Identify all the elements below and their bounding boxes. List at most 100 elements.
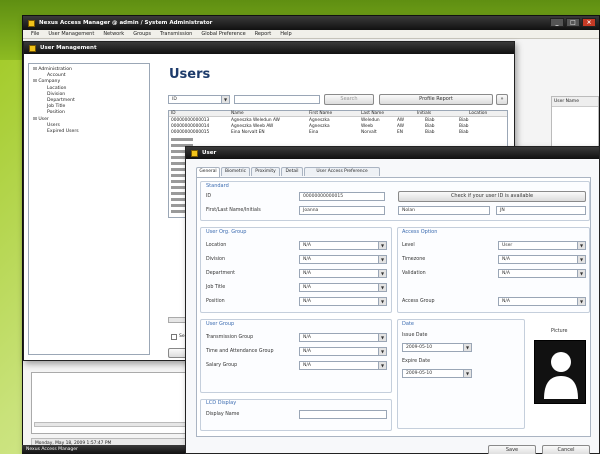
tab-user-access-preference[interactable]: User Access Preference bbox=[304, 167, 380, 176]
timezone-select[interactable]: N/A ▼ bbox=[498, 255, 586, 264]
user-management-icon bbox=[29, 44, 36, 52]
column-location[interactable]: Location bbox=[469, 111, 487, 117]
bottom-scrollbar[interactable] bbox=[34, 422, 188, 427]
user-dialog-title-bar: User bbox=[186, 147, 599, 159]
date-section-label: Date bbox=[402, 321, 414, 327]
minimize-button[interactable]: _ bbox=[550, 18, 564, 27]
chevron-down-icon: ▼ bbox=[577, 242, 585, 249]
validation-label: Validation bbox=[402, 271, 426, 276]
menu-transmission[interactable]: Transmission bbox=[160, 31, 192, 37]
column-initials[interactable]: Initials bbox=[417, 111, 431, 117]
user-picture[interactable] bbox=[534, 340, 586, 404]
dialog-tabs: General Biometric Proximity Detail User … bbox=[196, 167, 496, 177]
close-button[interactable]: × bbox=[582, 18, 596, 27]
salary-group-label: Salary Group bbox=[206, 363, 238, 368]
picture-label: Picture bbox=[551, 329, 568, 334]
tree-node-expired-users[interactable]: Expired Users bbox=[33, 129, 145, 135]
chevron-down-icon: ▼ bbox=[463, 370, 471, 377]
user-dialog-title: User bbox=[202, 150, 217, 156]
column-first-name[interactable]: First Name bbox=[309, 111, 332, 117]
division-select[interactable]: N/A ▼ bbox=[299, 255, 387, 264]
save-button[interactable]: Save bbox=[488, 445, 536, 454]
menu-network[interactable]: Network bbox=[103, 31, 124, 37]
chevron-down-icon: ▼ bbox=[577, 256, 585, 263]
chevron-down-icon: ▼ bbox=[378, 298, 386, 305]
user-group-section-label: User Group bbox=[206, 321, 235, 327]
salary-group-select[interactable]: N/A ▼ bbox=[299, 361, 387, 370]
bottom-window-bar: Nexus Access Manager bbox=[22, 445, 187, 454]
tab-biometric[interactable]: Biometric bbox=[221, 167, 250, 176]
department-select[interactable]: N/A ▼ bbox=[299, 269, 387, 278]
tab-proximity[interactable]: Proximity bbox=[251, 167, 280, 176]
menu-help[interactable]: Help bbox=[280, 31, 291, 37]
menu-file[interactable]: File bbox=[31, 31, 39, 37]
org-group-section-label: User Org. Group bbox=[206, 229, 247, 235]
menu-user-management[interactable]: User Management bbox=[48, 31, 94, 37]
column-last-name[interactable]: Last Name bbox=[361, 111, 384, 117]
column-name[interactable]: Name bbox=[231, 111, 244, 117]
main-title-bar: Nexus Access Manager @ admin / System Ad… bbox=[23, 16, 599, 30]
menu-global-preference[interactable]: Global Preference bbox=[201, 31, 245, 37]
transmission-group-label: Transmission Group bbox=[206, 335, 254, 340]
bottom-window-title: Nexus Access Manager bbox=[26, 447, 78, 452]
person-silhouette-icon bbox=[544, 352, 578, 399]
check-id-button[interactable]: Check if your user ID is available bbox=[398, 191, 586, 202]
select-checkbox[interactable] bbox=[171, 334, 177, 340]
navigation-tree: ⊟ Administration Account ⊟ Company Locat… bbox=[28, 63, 150, 355]
initials-field[interactable]: JN bbox=[496, 206, 586, 215]
user-management-title-bar: User Management bbox=[24, 42, 514, 54]
expire-date-label: Expire Date bbox=[402, 359, 431, 364]
standard-section-label: Standard bbox=[206, 183, 229, 189]
attendance-group-select[interactable]: N/A ▼ bbox=[299, 347, 387, 356]
table-row[interactable]: 00000000000015 Eina Norvalt EN Eina Norval… bbox=[169, 130, 507, 136]
position-select[interactable]: N/A ▼ bbox=[299, 297, 387, 306]
location-label: Location bbox=[206, 243, 227, 248]
attendance-group-label: Time and Attendance Group bbox=[206, 349, 274, 354]
chevron-down-icon: ▼ bbox=[378, 242, 386, 249]
lcd-display-section-label: LCD Display bbox=[206, 400, 237, 406]
access-group-select[interactable]: N/A ▼ bbox=[498, 297, 586, 306]
search-button[interactable]: Search bbox=[324, 94, 374, 105]
validation-select[interactable]: N/A ▼ bbox=[498, 269, 586, 278]
chevron-down-icon: ▼ bbox=[577, 298, 585, 305]
name-label: First/Last Name/Initials bbox=[206, 208, 261, 213]
job-title-select[interactable]: N/A ▼ bbox=[299, 283, 387, 292]
chevron-down-icon: ▼ bbox=[378, 348, 386, 355]
issue-date-label: Issue Date bbox=[402, 333, 428, 338]
maximize-button[interactable]: □ bbox=[566, 18, 580, 27]
first-name-field[interactable]: Joanna bbox=[299, 206, 385, 215]
tab-detail[interactable]: Detail bbox=[281, 167, 303, 176]
level-select[interactable]: User ▼ bbox=[498, 241, 586, 250]
search-field-select[interactable]: ID ▼ bbox=[168, 95, 230, 104]
users-heading: Users bbox=[169, 67, 211, 82]
display-name-field[interactable] bbox=[299, 410, 387, 419]
chevron-down-icon: ▼ bbox=[378, 270, 386, 277]
expire-date-picker[interactable]: 2009-05-10 ▼ bbox=[402, 369, 472, 378]
chevron-down-icon: ▼ bbox=[378, 334, 386, 341]
location-select[interactable]: N/A ▼ bbox=[299, 241, 387, 250]
level-label: Level bbox=[402, 243, 415, 248]
last-name-field[interactable]: Nolan bbox=[398, 206, 490, 215]
column-id[interactable]: ID bbox=[171, 111, 176, 117]
issue-date-picker[interactable]: 2009-05-10 ▼ bbox=[402, 343, 472, 352]
position-label: Position bbox=[206, 299, 225, 304]
user-group-section bbox=[200, 319, 392, 393]
menu-report[interactable]: Report bbox=[255, 31, 272, 37]
table-header: ID Name First Name Last Name Initials Lo… bbox=[169, 111, 507, 117]
more-button[interactable]: » bbox=[496, 94, 508, 105]
job-title-label: Job Title bbox=[206, 285, 226, 290]
profile-report-button[interactable]: Profile Report bbox=[379, 94, 493, 105]
id-field[interactable]: 00000000000015 bbox=[299, 192, 385, 201]
menu-groups[interactable]: Groups bbox=[133, 31, 151, 37]
menu-bar: File User Management Network Groups Tran… bbox=[23, 30, 599, 39]
id-label: ID bbox=[206, 194, 212, 199]
cancel-button[interactable]: Cancel bbox=[542, 445, 590, 454]
transmission-group-select[interactable]: N/A ▼ bbox=[299, 333, 387, 342]
division-label: Division bbox=[206, 257, 226, 262]
bottom-panel bbox=[31, 372, 191, 434]
access-option-section-label: Access Option bbox=[402, 229, 438, 235]
app-icon bbox=[28, 19, 35, 27]
tab-general[interactable]: General bbox=[196, 167, 220, 177]
search-input[interactable] bbox=[234, 95, 320, 104]
access-group-label: Access Group bbox=[402, 299, 435, 304]
